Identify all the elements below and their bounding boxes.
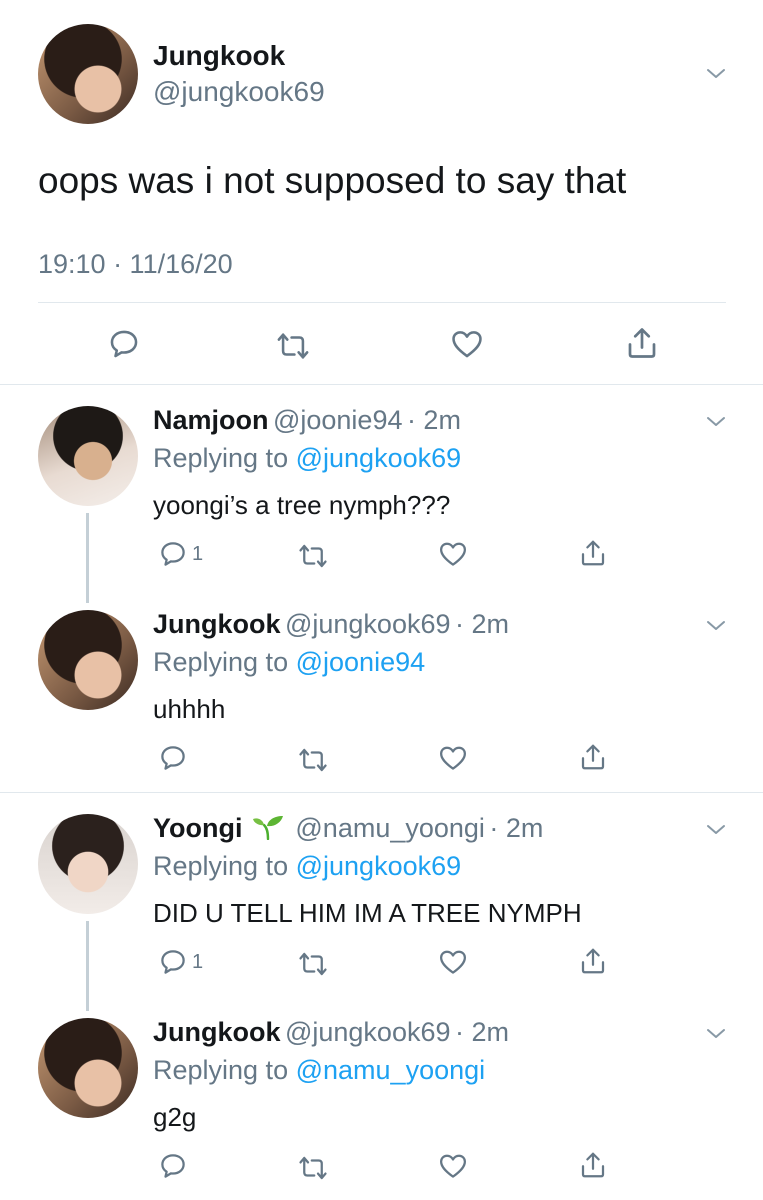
replying-to-link[interactable]: @namu_yoongi [296, 1055, 486, 1085]
like-icon[interactable] [438, 743, 468, 773]
divider [0, 792, 763, 793]
retweet-icon[interactable] [298, 745, 328, 775]
reply-count: 1 [192, 951, 204, 973]
divider [38, 302, 726, 303]
avatar[interactable] [38, 610, 138, 710]
tweet-text: DID U TELL HIM IM A TREE NYMPH [153, 898, 582, 928]
avatar[interactable] [38, 24, 138, 124]
tweet-time[interactable]: · 2m [407, 405, 461, 435]
tweet-header: Yoongi @namu_yoongi · 2m [153, 813, 543, 844]
tweet-text: oops was i not supposed to say that [38, 160, 627, 201]
like-icon[interactable] [438, 539, 468, 569]
tweet-time[interactable]: · 2m [455, 1017, 509, 1047]
retweet-icon[interactable] [298, 541, 328, 571]
avatar[interactable] [38, 814, 138, 914]
user-handle[interactable]: @namu_yoongi [295, 813, 485, 843]
avatar[interactable] [38, 1018, 138, 1118]
replying-to-link[interactable]: @jungkook69 [296, 851, 462, 881]
replying-to: Replying to @jungkook69 [153, 851, 461, 882]
share-icon[interactable] [624, 325, 660, 361]
chevron-down-icon[interactable] [704, 1022, 728, 1046]
chevron-down-icon[interactable] [704, 410, 728, 434]
replying-to-link[interactable]: @jungkook69 [296, 443, 462, 473]
seedling-icon [252, 816, 283, 841]
replying-prefix: Replying to [153, 647, 289, 677]
share-icon[interactable] [578, 538, 608, 568]
share-icon[interactable] [578, 1150, 608, 1180]
chevron-down-icon[interactable] [704, 818, 728, 842]
tweet-text: uhhhh [153, 694, 226, 724]
replying-to: Replying to @namu_yoongi [153, 1055, 485, 1086]
display-name[interactable]: Jungkook [153, 609, 281, 639]
divider [0, 384, 763, 385]
retweet-icon[interactable] [298, 1153, 328, 1183]
share-icon[interactable] [578, 742, 608, 772]
reply-icon[interactable] [158, 743, 188, 773]
thread-line [86, 921, 89, 1011]
like-icon[interactable] [438, 1151, 468, 1181]
display-name[interactable]: Jungkook [153, 40, 285, 72]
like-icon[interactable] [438, 947, 468, 977]
tweet-header: Jungkook @jungkook69 · 2m [153, 609, 509, 640]
replying-prefix: Replying to [153, 851, 289, 881]
tweet-text: yoongi’s a tree nymph??? [153, 490, 451, 520]
replying-to: Replying to @jungkook69 [153, 443, 461, 474]
user-handle[interactable]: @jungkook69 [285, 609, 451, 639]
reply-count: 1 [192, 543, 204, 565]
like-icon[interactable] [449, 327, 485, 361]
chevron-down-icon[interactable] [704, 614, 728, 638]
reply-icon[interactable] [158, 1151, 188, 1181]
tweet-text: g2g [153, 1102, 197, 1132]
user-handle[interactable]: @jungkook69 [153, 76, 325, 108]
reply-icon[interactable] [158, 539, 188, 569]
thread-line [86, 513, 89, 603]
share-icon[interactable] [578, 946, 608, 976]
display-name[interactable]: Namjoon [153, 405, 269, 435]
user-handle[interactable]: @jungkook69 [285, 1017, 451, 1047]
tweet-header: Jungkook @jungkook69 · 2m [153, 1017, 509, 1048]
avatar[interactable] [38, 406, 138, 506]
replying-to-link[interactable]: @joonie94 [296, 647, 426, 677]
user-handle[interactable]: @joonie94 [273, 405, 403, 435]
reply-icon[interactable] [158, 947, 188, 977]
tweet-header: Namjoon @joonie94 · 2m [153, 405, 461, 436]
retweet-icon[interactable] [276, 329, 310, 363]
retweet-icon[interactable] [298, 949, 328, 979]
tweet-timestamp[interactable]: 19:10 · 11/16/20 [38, 249, 233, 280]
replying-prefix: Replying to [153, 443, 289, 473]
tweet-time[interactable]: · 2m [489, 813, 543, 843]
tweet-time[interactable]: · 2m [455, 609, 509, 639]
display-name[interactable]: Jungkook [153, 1017, 281, 1047]
replying-prefix: Replying to [153, 1055, 289, 1085]
replying-to: Replying to @joonie94 [153, 647, 425, 678]
chevron-down-icon[interactable] [704, 62, 728, 86]
reply-icon[interactable] [107, 327, 141, 361]
display-name[interactable]: Yoongi [153, 813, 242, 843]
